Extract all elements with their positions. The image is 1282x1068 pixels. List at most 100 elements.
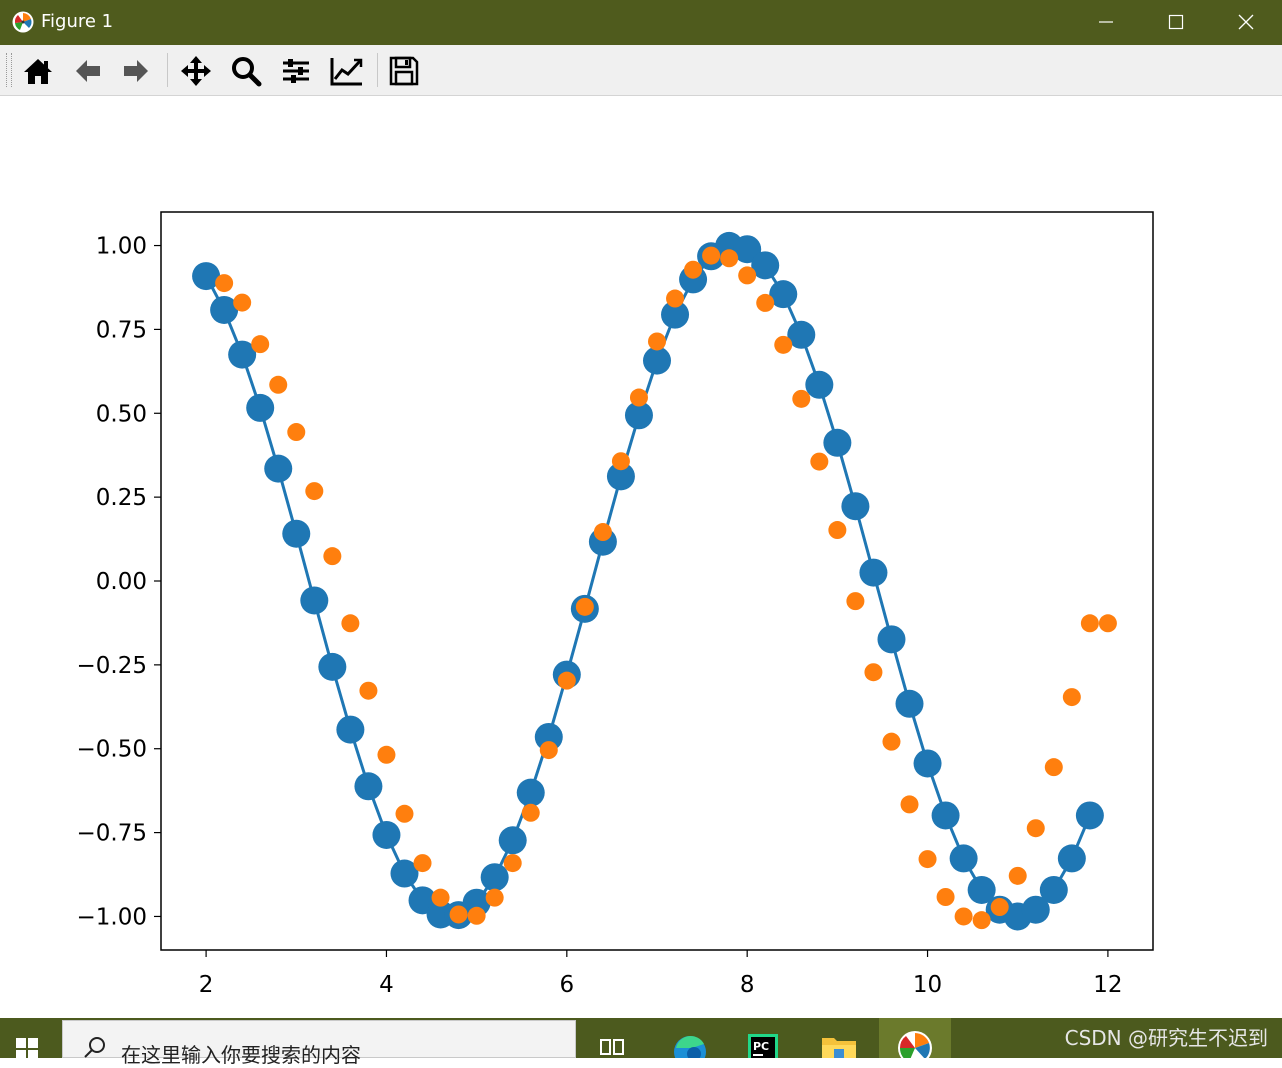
x-tick-label: 8 bbox=[740, 972, 755, 998]
data-point-marker bbox=[895, 689, 924, 718]
data-point-marker bbox=[498, 826, 527, 855]
scatter-point bbox=[323, 547, 342, 566]
close-button[interactable] bbox=[1211, 0, 1281, 45]
scatter-point bbox=[341, 614, 360, 633]
data-point-marker bbox=[318, 652, 347, 681]
scatter-point bbox=[792, 389, 811, 408]
edge-browser-button[interactable] bbox=[662, 1018, 718, 1068]
data-point-marker bbox=[823, 428, 852, 457]
scatter-point bbox=[720, 249, 739, 268]
scatter-point bbox=[233, 293, 252, 312]
scatter-point bbox=[251, 335, 270, 354]
scatter-point bbox=[1062, 688, 1081, 707]
data-point-marker bbox=[516, 778, 545, 807]
scatter-point bbox=[666, 289, 685, 308]
close-icon bbox=[1238, 14, 1254, 30]
y-tick-label: 0.00 bbox=[96, 569, 147, 595]
scatter-point bbox=[575, 597, 594, 616]
subplots-icon bbox=[283, 59, 309, 83]
pycharm-icon: PC bbox=[748, 1034, 778, 1060]
y-tick-label: −0.50 bbox=[77, 737, 147, 763]
x-tick-label: 4 bbox=[379, 972, 394, 998]
taskbar-search-box[interactable]: 在这里输入你要搜索的内容 bbox=[62, 1020, 576, 1067]
scatter-point bbox=[828, 521, 847, 540]
scatter-point bbox=[287, 423, 306, 442]
series-line-with-markers bbox=[192, 231, 1104, 931]
minimize-icon bbox=[1099, 21, 1113, 23]
x-tick-label: 2 bbox=[199, 972, 214, 998]
zoom-icon bbox=[232, 57, 262, 87]
scatter-point bbox=[611, 452, 630, 471]
maximize-icon bbox=[1168, 14, 1184, 30]
scatter-point bbox=[846, 592, 865, 611]
scatter-point bbox=[936, 887, 955, 906]
save-icon bbox=[389, 56, 419, 86]
scatter-point bbox=[557, 671, 576, 690]
home-button[interactable] bbox=[18, 52, 58, 90]
pan-button[interactable] bbox=[176, 52, 216, 90]
scatter-point bbox=[1044, 758, 1063, 777]
scatter-point bbox=[702, 246, 721, 265]
scatter-point bbox=[1026, 819, 1045, 838]
edit-axis-icon bbox=[330, 58, 363, 86]
scatter-point bbox=[521, 803, 540, 822]
data-point-marker bbox=[1057, 844, 1086, 873]
scatter-point bbox=[1008, 866, 1027, 885]
y-tick-label: 0.50 bbox=[96, 401, 147, 427]
scatter-point bbox=[593, 523, 612, 542]
configure-subplots-button[interactable] bbox=[276, 52, 316, 90]
forward-button[interactable] bbox=[116, 52, 156, 90]
folder-icon bbox=[822, 1038, 856, 1058]
data-point-marker bbox=[913, 749, 942, 778]
scatter-point bbox=[972, 911, 991, 930]
window-titlebar[interactable]: Figure 1 bbox=[0, 0, 1282, 45]
toolbar-grip[interactable] bbox=[6, 53, 12, 87]
toolbar-separator bbox=[377, 53, 378, 87]
scatter-point bbox=[269, 375, 288, 394]
back-button[interactable] bbox=[68, 52, 108, 90]
scatter-point bbox=[990, 898, 1009, 917]
start-button[interactable] bbox=[0, 1018, 60, 1058]
navigation-toolbar bbox=[0, 45, 1282, 96]
maximize-button[interactable] bbox=[1141, 0, 1211, 45]
scatter-point bbox=[810, 452, 829, 471]
chart-svg[interactable]: 1.00 0.75 0.50 0.25 0.00 −0.25 −0.50 −0.75 −1.00… bbox=[1, 96, 1281, 1018]
window-title: Figure 1 bbox=[41, 11, 114, 32]
data-point-marker bbox=[949, 844, 978, 873]
scatter-point bbox=[215, 274, 234, 293]
data-point-marker bbox=[372, 820, 401, 849]
pycharm-button[interactable]: PC bbox=[736, 1018, 792, 1060]
search-placeholder: 在这里输入你要搜索的内容 bbox=[121, 1043, 361, 1067]
scatter-point bbox=[864, 663, 883, 682]
task-view-icon bbox=[600, 1039, 624, 1055]
scatter-point bbox=[900, 795, 919, 814]
scatter-point bbox=[305, 482, 324, 501]
back-arrow-icon bbox=[76, 60, 100, 82]
data-point-marker bbox=[480, 863, 509, 892]
scatter-point bbox=[395, 804, 414, 823]
file-explorer-button[interactable] bbox=[812, 1018, 868, 1058]
data-point-marker bbox=[246, 393, 275, 422]
scatter-point bbox=[413, 854, 432, 873]
data-point-marker bbox=[931, 801, 960, 830]
scatter-point bbox=[503, 854, 522, 873]
save-button[interactable] bbox=[384, 52, 424, 90]
scatter-point bbox=[467, 906, 486, 925]
figure-canvas[interactable]: 1.00 0.75 0.50 0.25 0.00 −0.25 −0.50 −0.75 −1.00… bbox=[1, 96, 1281, 1018]
scatter-point bbox=[954, 907, 973, 926]
windows-logo-icon bbox=[16, 1038, 38, 1058]
data-point-marker bbox=[282, 519, 311, 548]
pan-icon bbox=[181, 56, 211, 86]
y-tick-label: −0.25 bbox=[77, 653, 147, 679]
y-tick-label: 1.00 bbox=[96, 234, 147, 260]
matplotlib-logo-icon bbox=[898, 1031, 932, 1065]
matplotlib-taskbar-button[interactable] bbox=[879, 1018, 951, 1065]
data-point-marker bbox=[1039, 875, 1068, 904]
minimize-button[interactable] bbox=[1071, 0, 1141, 45]
data-point-marker bbox=[264, 454, 293, 483]
edit-axis-button[interactable] bbox=[326, 52, 366, 90]
y-tick-label: −1.00 bbox=[77, 904, 147, 930]
scatter-point bbox=[774, 335, 793, 354]
task-view-button[interactable] bbox=[584, 1018, 640, 1058]
zoom-button[interactable] bbox=[226, 52, 266, 90]
